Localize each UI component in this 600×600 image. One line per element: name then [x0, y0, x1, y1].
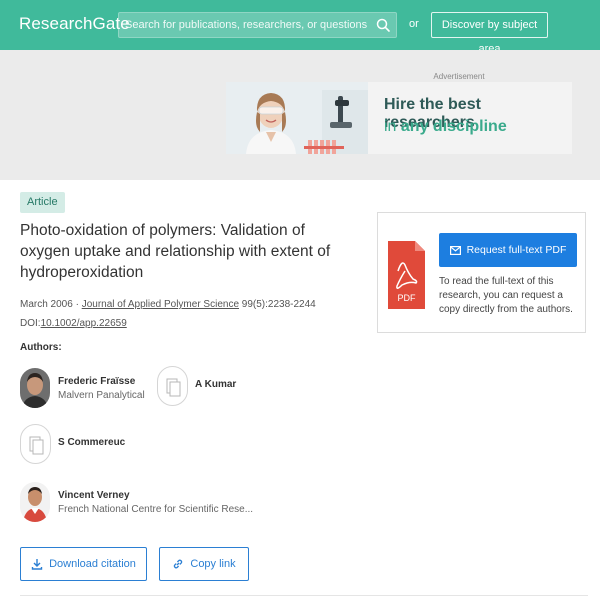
request-fulltext-button[interactable]: Request full-text PDF [439, 233, 577, 267]
download-citation-label: Download citation [49, 558, 136, 570]
or-label: or [409, 18, 419, 30]
article-type-badge: Article [20, 192, 65, 213]
avatar-placeholder[interactable] [20, 424, 51, 464]
envelope-icon [449, 245, 461, 255]
top-navbar: ResearchGate or Discover by subject area [0, 0, 600, 55]
author-institution: French National Centre for Scientific Re… [58, 504, 254, 515]
author-card[interactable]: Frederic Fraïsse Malvern Panalytical [20, 368, 150, 410]
publication-date: March 2006 [20, 299, 73, 310]
author-name[interactable]: S Commereuc [58, 437, 125, 448]
author-card[interactable]: S Commereuc [20, 424, 150, 466]
document-placeholder-icon [29, 436, 44, 455]
advertisement-label: Advertisement [433, 72, 485, 81]
pdf-file-icon: PDF [388, 241, 425, 309]
citation-details: 99(5):2238-2244 [239, 299, 316, 310]
download-icon [31, 559, 43, 570]
doi-link[interactable]: 10.1002/app.22659 [41, 318, 127, 329]
link-icon [174, 559, 183, 569]
avatar[interactable] [20, 368, 50, 408]
author-card[interactable]: A Kumar [157, 366, 257, 408]
search-box[interactable] [118, 12, 397, 38]
journal-link[interactable]: Journal of Applied Polymer Science [82, 299, 239, 310]
author-name[interactable]: Frederic Fraïsse [58, 376, 135, 387]
author-institution: Malvern Panalytical [58, 390, 145, 401]
copy-link-button[interactable]: Copy link [159, 547, 249, 581]
discover-by-subject-button[interactable]: Discover by subject area [431, 12, 548, 55]
advertisement-banner[interactable]: Hire the best researchers in any discipl… [226, 82, 572, 154]
article-title: Photo-oxidation of polymers: Validation … [20, 222, 331, 281]
ad-researcher-photo [226, 82, 368, 154]
search-icon[interactable] [375, 17, 391, 33]
ad-sub-prefix: in [384, 118, 401, 135]
request-description: To read the full-text of this research, … [439, 276, 573, 315]
pdf-label: PDF [398, 293, 417, 303]
copy-link-label: Copy link [190, 558, 236, 570]
request-fulltext-panel: PDF Request full-text PDF To read the fu… [377, 212, 586, 333]
ad-sub-bold: any discipline [400, 118, 507, 135]
avatar[interactable] [20, 482, 50, 522]
advertisement-band: Advertisement Hire the best researchers … [0, 50, 600, 180]
author-name[interactable]: A Kumar [195, 379, 236, 390]
ad-subheadline: in any discipline [384, 118, 507, 136]
request-fulltext-label: Request full-text PDF [466, 244, 567, 256]
search-input[interactable] [119, 13, 374, 37]
section-divider [20, 595, 588, 596]
authors-label: Authors: [20, 342, 62, 353]
author-name[interactable]: Vincent Verney [58, 490, 130, 501]
download-citation-button[interactable]: Download citation [20, 547, 147, 581]
document-placeholder-icon [166, 378, 181, 397]
publication-meta: March 2006 · Journal of Applied Polymer … [20, 299, 316, 310]
doi-line: DOI:10.1002/app.22659 [20, 318, 127, 329]
meta-separator: · [72, 299, 82, 310]
researchgate-logo[interactable]: ResearchGate [19, 14, 130, 34]
author-card[interactable]: Vincent Verney French National Centre fo… [20, 482, 254, 524]
doi-prefix: DOI: [20, 318, 41, 329]
avatar-placeholder[interactable] [157, 366, 188, 406]
